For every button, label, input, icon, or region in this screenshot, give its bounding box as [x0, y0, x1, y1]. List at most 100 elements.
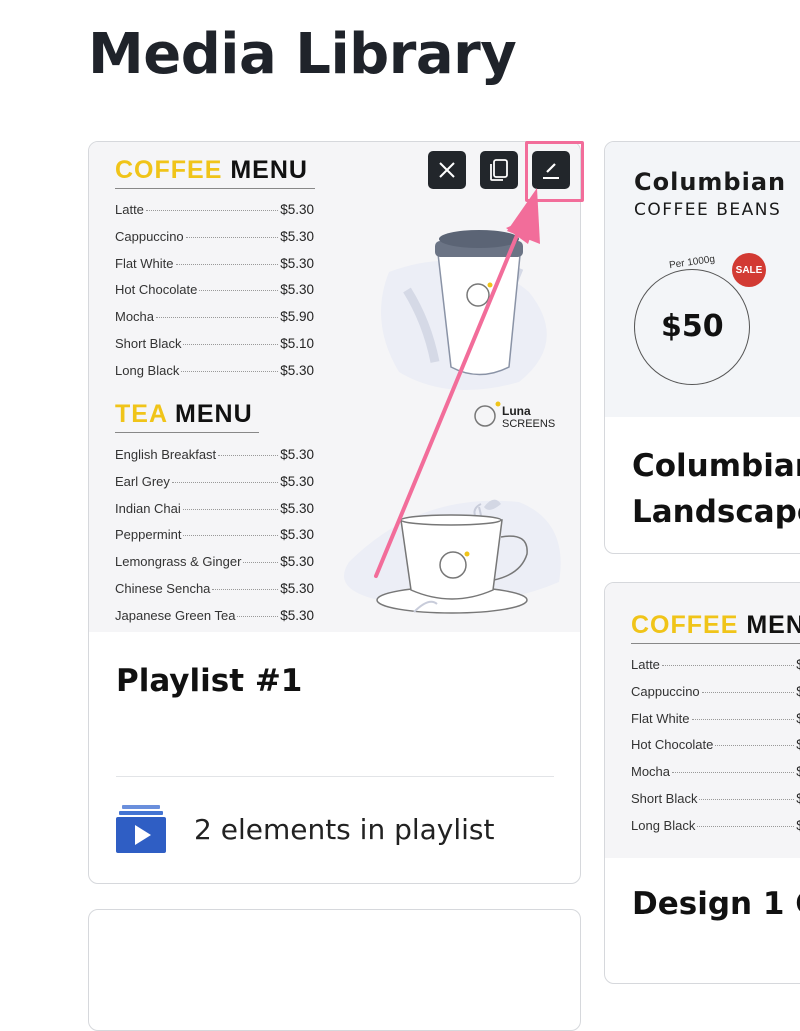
menu-item-price: $5.30 [280, 202, 314, 217]
dot-leader [183, 535, 279, 537]
thumb-title: Columbian [634, 168, 787, 196]
tea-menu-heading: TEA MENU [115, 400, 253, 428]
dot-leader [199, 290, 279, 292]
edit-button-highlight [525, 141, 584, 202]
menu-item-name: Hot Chocolate [115, 282, 198, 298]
menu-item-name: Latte [115, 202, 144, 217]
menu-item-price: $5.30 [796, 657, 800, 672]
thumb-subtitle: COFFEE BEANS [634, 200, 782, 220]
menu-row: Hot Chocolate $5.30 [115, 282, 314, 297]
price-value: $50 [661, 309, 724, 344]
menu-item-name: Hot Chocolate [631, 737, 714, 753]
delete-button[interactable] [428, 151, 466, 189]
media-card-columbian-landscape[interactable]: Columbian COFFEE BEANS Per 1000g $50 SAL… [604, 141, 800, 554]
menu-item-price: $5.30 [280, 447, 314, 462]
menu-item-name: Indian Chai [115, 500, 181, 516]
media-card-design-1[interactable]: COFFEE MENU Latte$5.30Cappuccino$5.30Fla… [604, 582, 800, 984]
dot-leader [145, 210, 279, 211]
menu-item-price: $5.90 [280, 309, 314, 325]
dot-leader [156, 317, 279, 319]
menu-row: Short Black $5.10 [631, 791, 800, 806]
menu-item-name: Mocha [115, 309, 155, 325]
menu-item-price: $5.30 [280, 607, 314, 623]
menu-item-price: $5.30 [280, 527, 314, 543]
duplicate-button[interactable] [480, 151, 518, 189]
menu-row: Earl Grey $5.30 [115, 474, 314, 489]
dot-leader [182, 508, 279, 510]
playlist-icon [116, 805, 166, 853]
card-title: Playlist #1 [116, 663, 303, 699]
menu-item-name: Mocha [631, 764, 671, 780]
dot-leader [697, 825, 795, 827]
card-thumbnail[interactable]: COFFEE MENU Latte$5.30Cappuccino$5.30Fla… [605, 583, 800, 858]
menu-item-name: Flat White [631, 710, 690, 726]
card-title-line2: Landscape [632, 494, 800, 530]
media-card-playlist-1[interactable]: COFFEE MENU Latte $5.30 Cappuccino $5.30 Fla… [88, 141, 581, 884]
heading-rule [115, 188, 315, 189]
menu-row: Flat White $5.30 [631, 711, 800, 726]
menu-item-price: $5.30 [280, 554, 314, 570]
menu-row: Peppermint $5.30 [115, 527, 314, 542]
menu-row: English Breakfast $5.30 [115, 447, 314, 462]
menu-item-price: $5.10 [280, 336, 314, 351]
menu-item-price: $5.30 [796, 737, 800, 752]
menu-item-name: Cappuccino [115, 228, 184, 244]
menu-row: Mocha $5.90 [115, 309, 314, 324]
menu-row: Cappuccino $5.30 [115, 229, 314, 244]
card-thumbnail[interactable]: COFFEE MENU Latte$5.30Cappuccino$5.30Fla… [89, 142, 580, 632]
menu-row: Mocha $5.90 [631, 764, 800, 779]
sale-badge: SALE [732, 253, 766, 287]
menu-row: Long Black $5.30 [115, 363, 314, 378]
menu-item-price: $5.30 [796, 818, 800, 833]
dot-leader [691, 718, 795, 720]
menu-item-name: Long Black [631, 817, 696, 833]
menu-item-price: $5.30 [280, 282, 314, 298]
media-card-partial[interactable] [88, 909, 581, 1031]
card-title: Design 1 Co [632, 886, 800, 922]
menu-item-price: $5.30 [280, 362, 314, 378]
card-thumbnail[interactable]: Columbian COFFEE BEANS Per 1000g $50 SAL… [605, 142, 800, 417]
menu-item-price: $5.30 [280, 255, 314, 271]
menu-item-price: $5.30 [280, 473, 314, 489]
menu-item-price: $5.90 [796, 764, 800, 779]
menu-item-name: Chinese Sencha [115, 581, 211, 596]
dot-leader [661, 665, 795, 666]
close-icon [439, 162, 455, 178]
menu-item-name: Cappuccino [631, 683, 700, 699]
dot-leader [715, 745, 795, 747]
menu-item-name: Latte [631, 657, 660, 672]
dot-leader [181, 370, 279, 372]
menu-item-name: Long Black [115, 362, 180, 378]
dot-leader [699, 799, 795, 800]
menu-row: Hot Chocolate $5.30 [631, 737, 800, 752]
menu-row: Short Black $5.10 [115, 336, 314, 351]
menu-row: Latte $5.30 [631, 657, 800, 672]
playlist-element-count: 2 elements in playlist [194, 813, 495, 846]
dot-leader [185, 236, 279, 238]
heading-rule [115, 432, 259, 433]
menu-row: Chinese Sencha $5.30 [115, 581, 314, 596]
menu-item-price: $5.30 [280, 228, 314, 244]
copy-icon [490, 159, 508, 181]
menu-item-price: $5.30 [280, 500, 314, 516]
dot-leader [237, 615, 279, 617]
menu-row: Japanese Green Tea $5.30 [115, 608, 314, 623]
menu-row: Long Black $5.30 [631, 818, 800, 833]
dot-leader [183, 344, 279, 345]
menu-item-price: $5.30 [796, 684, 800, 699]
dot-leader [218, 455, 279, 456]
menu-row: Latte $5.30 [115, 202, 314, 217]
menu-row: Indian Chai $5.30 [115, 501, 314, 516]
menu-item-price: $5.30 [796, 711, 800, 726]
menu-row: Cappuccino $5.30 [631, 684, 800, 699]
dot-leader [672, 772, 795, 774]
menu-item-name: Short Black [631, 791, 698, 806]
dot-leader [171, 481, 279, 483]
menu-item-price: $5.10 [796, 791, 800, 806]
menu-item-price: $5.30 [280, 581, 314, 596]
coffee-menu-heading: COFFEE MENU [115, 156, 308, 184]
menu-item-name: Lemongrass & Ginger [115, 554, 242, 570]
dot-leader [243, 562, 279, 564]
dot-leader [212, 589, 279, 590]
page-title: Media Library [88, 22, 517, 87]
